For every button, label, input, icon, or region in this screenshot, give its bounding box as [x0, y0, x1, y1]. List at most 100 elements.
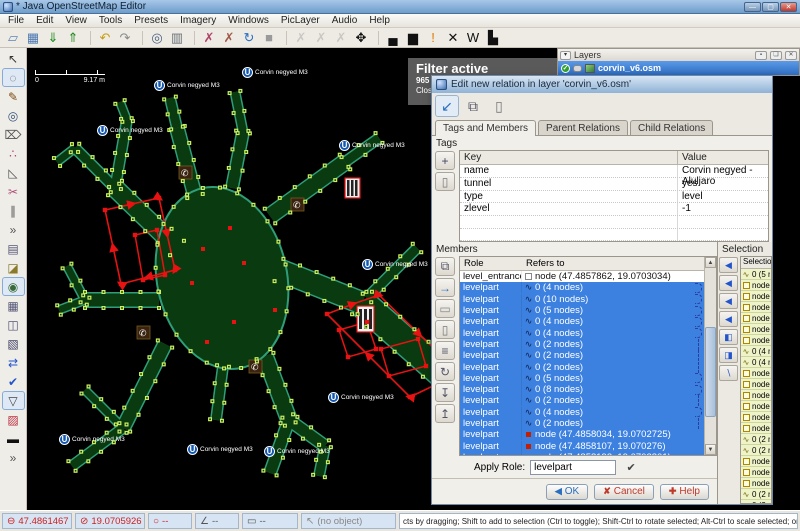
delete-relation-icon[interactable]: ▯: [487, 95, 511, 117]
menu-tools[interactable]: Tools: [93, 15, 128, 26]
red-node-marker[interactable]: [228, 226, 232, 230]
changeset-panel-icon[interactable]: ▨: [2, 410, 25, 429]
member-row[interactable]: levelpart 0 (8 nodes): [460, 384, 704, 395]
selection-row[interactable]: 0 (2 n: [741, 445, 771, 456]
tag-row[interactable]: [460, 216, 768, 229]
scroll-up-icon[interactable]: ▲: [705, 257, 716, 268]
measure-tape-icon[interactable]: ▬: [2, 429, 25, 448]
conflict-panel-icon[interactable]: ⇄: [2, 353, 25, 372]
add-tag-icon[interactable]: +: [435, 151, 455, 170]
close-icon[interactable]: ✕: [785, 51, 797, 60]
close-tool-icon[interactable]: ✕: [443, 29, 463, 47]
maximize-button[interactable]: ▢: [762, 2, 779, 12]
delete-tag-icon[interactable]: ▯: [435, 172, 455, 191]
selection-row[interactable]: node: [741, 390, 771, 401]
dock-icon[interactable]: ❏: [770, 51, 782, 60]
add-selection-at-start-icon[interactable]: ◀: [719, 257, 738, 273]
member-row[interactable]: levelpart 0 (5 nodes): [460, 373, 704, 384]
toolbar-button[interactable]: [135, 31, 143, 45]
selection-row[interactable]: node: [741, 368, 771, 379]
draw-tool-icon[interactable]: ✎: [2, 87, 25, 106]
red-node-marker[interactable]: [242, 261, 246, 265]
selection-row[interactable]: node: [741, 379, 771, 390]
red-node-marker[interactable]: [273, 308, 277, 312]
preferences-icon[interactable]: ▥: [167, 29, 187, 47]
move-up-icon[interactable]: ↥: [435, 404, 455, 423]
member-row[interactable]: levelpart 0 (4 nodes): [460, 282, 704, 293]
tag-row[interactable]: type level: [460, 191, 768, 204]
selection-row[interactable]: 0 (4 n: [741, 357, 771, 368]
member-row[interactable]: levelpart 0 (4 nodes): [460, 316, 704, 327]
select-tool-icon[interactable]: ↖: [2, 49, 25, 68]
toolbar-button[interactable]: [371, 31, 379, 45]
tab-tags-and-members[interactable]: Tags and Members: [435, 120, 536, 136]
command-stack-icon[interactable]: ▧: [2, 334, 25, 353]
member-row[interactable]: levelpart 0 (4 nodes): [460, 407, 704, 418]
unglue-icon[interactable]: ✗: [219, 29, 239, 47]
help-button[interactable]: ✚Help: [660, 484, 709, 500]
selection-row[interactable]: 0 (2 n: [741, 500, 771, 504]
orthogonalize-icon[interactable]: ✗: [331, 29, 351, 47]
add-selection-before-icon[interactable]: ◀: [719, 275, 738, 291]
layers-panel-icon[interactable]: ▦: [2, 296, 25, 315]
layer-visibility-icon[interactable]: [573, 65, 582, 72]
tag-row[interactable]: tunnel yes: [460, 178, 768, 191]
dialog-titlebar[interactable]: Edit new relation in layer 'corvin_v6.os…: [432, 76, 772, 93]
delete-member-icon[interactable]: ▯: [435, 320, 455, 339]
improve-accuracy-icon[interactable]: ∴: [2, 144, 25, 163]
red-node-marker[interactable]: [201, 247, 205, 251]
redo-icon[interactable]: ↷: [115, 29, 135, 47]
selection-row[interactable]: node: [741, 478, 771, 489]
lasso-tool-icon[interactable]: ◌: [2, 68, 25, 87]
remove-member-icon[interactable]: ▭: [435, 299, 455, 318]
add-selection-at-end-icon[interactable]: ◀: [719, 311, 738, 327]
collapse-panel-icon[interactable]: ▾: [560, 51, 571, 60]
member-row[interactable]: levelpart 0 (4 nodes): [460, 327, 704, 338]
tab-parent-relations[interactable]: Parent Relations: [538, 120, 628, 135]
selection-row[interactable]: node: [741, 423, 771, 434]
tag-row[interactable]: name Corvin negyed - Aluljaro: [460, 165, 768, 178]
zoom-tool-icon[interactable]: ◎: [2, 106, 25, 125]
member-row[interactable]: levelpart 0 (2 nodes): [460, 339, 704, 350]
red-node-marker[interactable]: [205, 340, 209, 344]
menu-windows[interactable]: Windows: [222, 15, 275, 26]
more-panels-icon[interactable]: »: [2, 448, 25, 467]
layer-active-icon[interactable]: ✓: [561, 64, 570, 73]
selection-row[interactable]: node: [741, 401, 771, 412]
selection-row[interactable]: node: [741, 335, 771, 346]
member-row[interactable]: levelpart 0 (2 nodes): [460, 350, 704, 361]
selection-row[interactable]: node: [741, 324, 771, 335]
download-icon[interactable]: ⇓: [43, 29, 63, 47]
member-row[interactable]: levelpart 0 (10 nodes): [460, 294, 704, 305]
selection-row[interactable]: node: [741, 302, 771, 313]
tag-row[interactable]: zlevel -1: [460, 203, 768, 216]
member-row[interactable]: levelpart 0 (2 nodes): [460, 418, 704, 429]
selection-row[interactable]: 0 (4 n: [741, 346, 771, 357]
selection-row[interactable]: node: [741, 467, 771, 478]
scroll-down-icon[interactable]: ▼: [705, 444, 716, 455]
selection-row[interactable]: 0 (5 n: [741, 269, 771, 280]
toolbar-button[interactable]: [187, 31, 195, 45]
red-node-marker[interactable]: [190, 281, 194, 285]
members-scrollbar[interactable]: ▲ ▼: [704, 257, 716, 455]
upload-icon[interactable]: ⇑: [63, 29, 83, 47]
distribute-nodes-icon[interactable]: ✗: [311, 29, 331, 47]
menu-audio[interactable]: Audio: [326, 15, 364, 26]
menu-file[interactable]: File: [2, 15, 30, 26]
member-row[interactable]: levelpart 0 (5 nodes): [460, 305, 704, 316]
layer-row[interactable]: ✓ corvin_v6.osm: [558, 61, 799, 75]
member-row[interactable]: levelpart node (47.4858193, 19.0702801): [460, 452, 704, 455]
selection-row[interactable]: 0 (2 n: [741, 489, 771, 500]
toolbar-button[interactable]: [279, 31, 287, 45]
menu-help[interactable]: Help: [363, 15, 396, 26]
sort-members-icon[interactable]: ≡: [435, 341, 455, 360]
titlebar[interactable]: * Java OpenStreetMap Editor — ▢ ✕: [0, 0, 800, 14]
filter-panel-icon[interactable]: ▽: [2, 391, 25, 410]
menu-imagery[interactable]: Imagery: [174, 15, 222, 26]
factory-icon[interactable]: ▙: [483, 29, 503, 47]
apply-changes-icon[interactable]: ↙: [435, 95, 459, 117]
split-way-icon[interactable]: ✂: [2, 182, 25, 201]
tag-row[interactable]: [460, 229, 768, 242]
selection-row[interactable]: 0 (2 n: [741, 434, 771, 445]
transit-icon[interactable]: ▆: [403, 29, 423, 47]
